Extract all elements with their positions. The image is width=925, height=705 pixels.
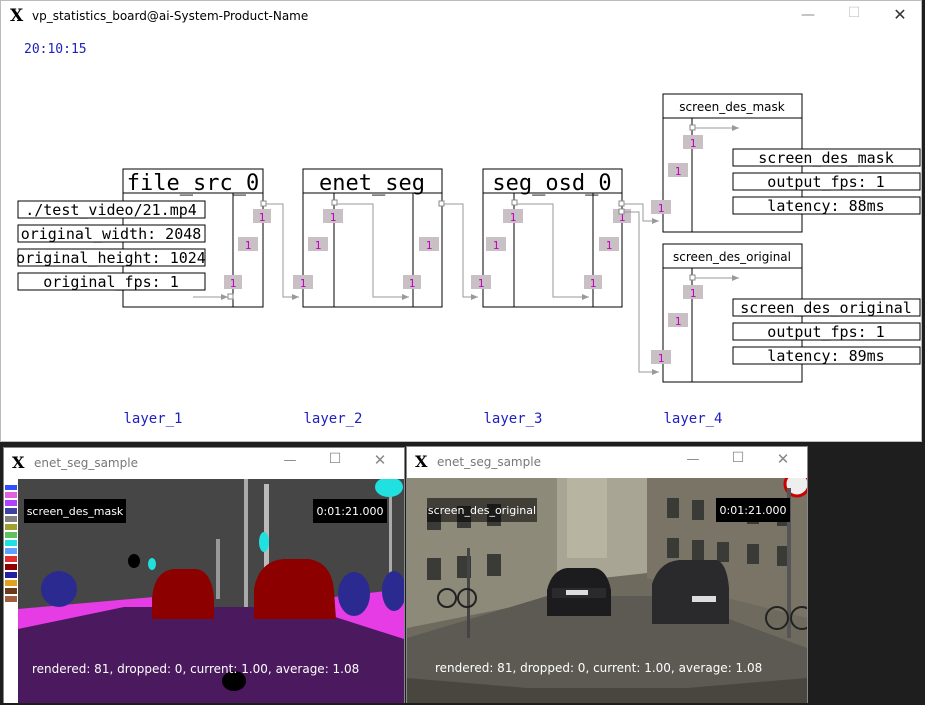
layer-label: layer_4: [663, 411, 722, 427]
prop-text: output_fps: 1: [767, 323, 884, 341]
render-stats: rendered: 81, dropped: 0, current: 1.00,…: [435, 661, 762, 675]
queue-badge: 1: [300, 277, 307, 290]
layer-label: layer_2: [303, 411, 362, 427]
close-icon[interactable]: ✕: [888, 5, 912, 24]
maximize-icon[interactable]: ☐: [325, 451, 345, 467]
prop-text: screen_des_original: [740, 299, 912, 317]
sample-titlebar[interactable]: X enet_seg_sample — ☐ ✕: [407, 447, 807, 477]
queue-badge: 1: [590, 277, 597, 290]
prop-text: latency: 88ms: [767, 197, 884, 215]
statistics-board-window: X vp_statistics_board@ai-System-Product-…: [0, 0, 922, 442]
pipeline-canvas: 20:10:15 file_src_0 ./test_video/21.mp4 …: [16, 42, 921, 427]
prop-text: original_fps: 1: [43, 273, 178, 291]
node-enet-seg: enet_seg 1 1 1 1 1: [293, 168, 445, 308]
node-title: seg_osd_0: [492, 171, 611, 196]
node-title: file_src_0: [127, 171, 259, 196]
queue-badge: 1: [690, 287, 697, 300]
queue-badge: 1: [330, 211, 337, 224]
prop-text: ./test_video/21.mp4: [25, 201, 197, 219]
window-title: vp_statistics_board@ai-System-Product-Na…: [32, 9, 309, 23]
x-logo-icon: X: [10, 6, 24, 26]
original-video-view: screen_des_original 0:01:21.000 rendered…: [407, 478, 807, 703]
queue-badge: 1: [493, 239, 500, 252]
prop-text: output_fps: 1: [767, 173, 884, 191]
x-logo-icon: X: [415, 452, 428, 471]
node-props: ./test_video/21.mp4 original_width: 2048…: [16, 200, 206, 291]
prop-text: original_width: 2048: [21, 225, 202, 243]
maximize-icon[interactable]: ☐: [842, 5, 866, 21]
queue-badge: 1: [315, 239, 322, 252]
node-title: enet_seg: [319, 171, 425, 196]
queue-badge: 1: [478, 277, 485, 290]
node-screen-des-original: screen_des_original 1 1 1 screen_des_ori…: [651, 243, 921, 383]
x-logo-icon: X: [12, 453, 25, 472]
queue-badge: 1: [409, 277, 416, 290]
queue-badge: 1: [675, 165, 682, 178]
prop-text: screen_des_mask: [758, 149, 893, 167]
close-icon[interactable]: ✕: [370, 451, 390, 469]
queue-badge: 1: [658, 202, 665, 215]
desktop-background: [810, 444, 925, 705]
sample-window-original: X enet_seg_sample — ☐ ✕ screen_des_origi…: [406, 446, 808, 703]
node-title: screen_des_original: [673, 250, 791, 264]
queue-badge: 1: [510, 211, 517, 224]
queue-badge: 1: [230, 277, 237, 290]
window-title: enet_seg_sample: [437, 455, 541, 469]
main-titlebar[interactable]: X vp_statistics_board@ai-System-Product-…: [1, 1, 921, 33]
node-seg-osd: seg_osd_0 1 1 1 1 1 1: [471, 168, 631, 308]
node-title: screen_des_mask: [679, 100, 784, 114]
segmentation-mask-view: screen_des_mask 0:01:21.000 rendered: 81…: [4, 479, 404, 703]
stream-timestamp: 0:01:21.000: [317, 505, 384, 518]
stream-label: screen_des_mask: [27, 505, 124, 518]
node-screen-des-mask: screen_des_mask 1 1 1 screen_des_mask ou…: [651, 93, 921, 233]
minimize-icon[interactable]: —: [280, 453, 300, 468]
layer-label: layer_3: [483, 411, 542, 427]
window-title: enet_seg_sample: [34, 456, 138, 470]
render-stats: rendered: 81, dropped: 0, current: 1.00,…: [32, 662, 359, 676]
stream-label: screen_des_original: [428, 504, 536, 517]
maximize-icon[interactable]: ☐: [728, 450, 748, 466]
close-icon[interactable]: ✕: [773, 450, 793, 468]
minimize-icon[interactable]: —: [796, 7, 820, 23]
prop-text: latency: 89ms: [767, 347, 884, 365]
queue-badge: 1: [658, 352, 665, 365]
clock-text: 20:10:15: [24, 42, 87, 57]
minimize-icon[interactable]: —: [683, 452, 703, 467]
sample-titlebar[interactable]: X enet_seg_sample — ☐ ✕: [4, 448, 404, 478]
stream-timestamp: 0:01:21.000: [720, 504, 787, 517]
queue-badge: 1: [606, 239, 613, 252]
queue-badge: 1: [259, 211, 266, 224]
queue-badge: 1: [245, 239, 252, 252]
layer-label: layer_1: [123, 411, 182, 427]
prop-text: original_height: 1024: [16, 249, 206, 267]
queue-badge: 1: [690, 137, 697, 150]
sample-window-mask: X enet_seg_sample — ☐ ✕ screen_des_mask …: [3, 447, 405, 703]
queue-badge: 1: [675, 315, 682, 328]
node-file-src: file_src_0 ./test_video/21.mp4 original_…: [16, 168, 271, 308]
queue-badge: 1: [426, 239, 433, 252]
